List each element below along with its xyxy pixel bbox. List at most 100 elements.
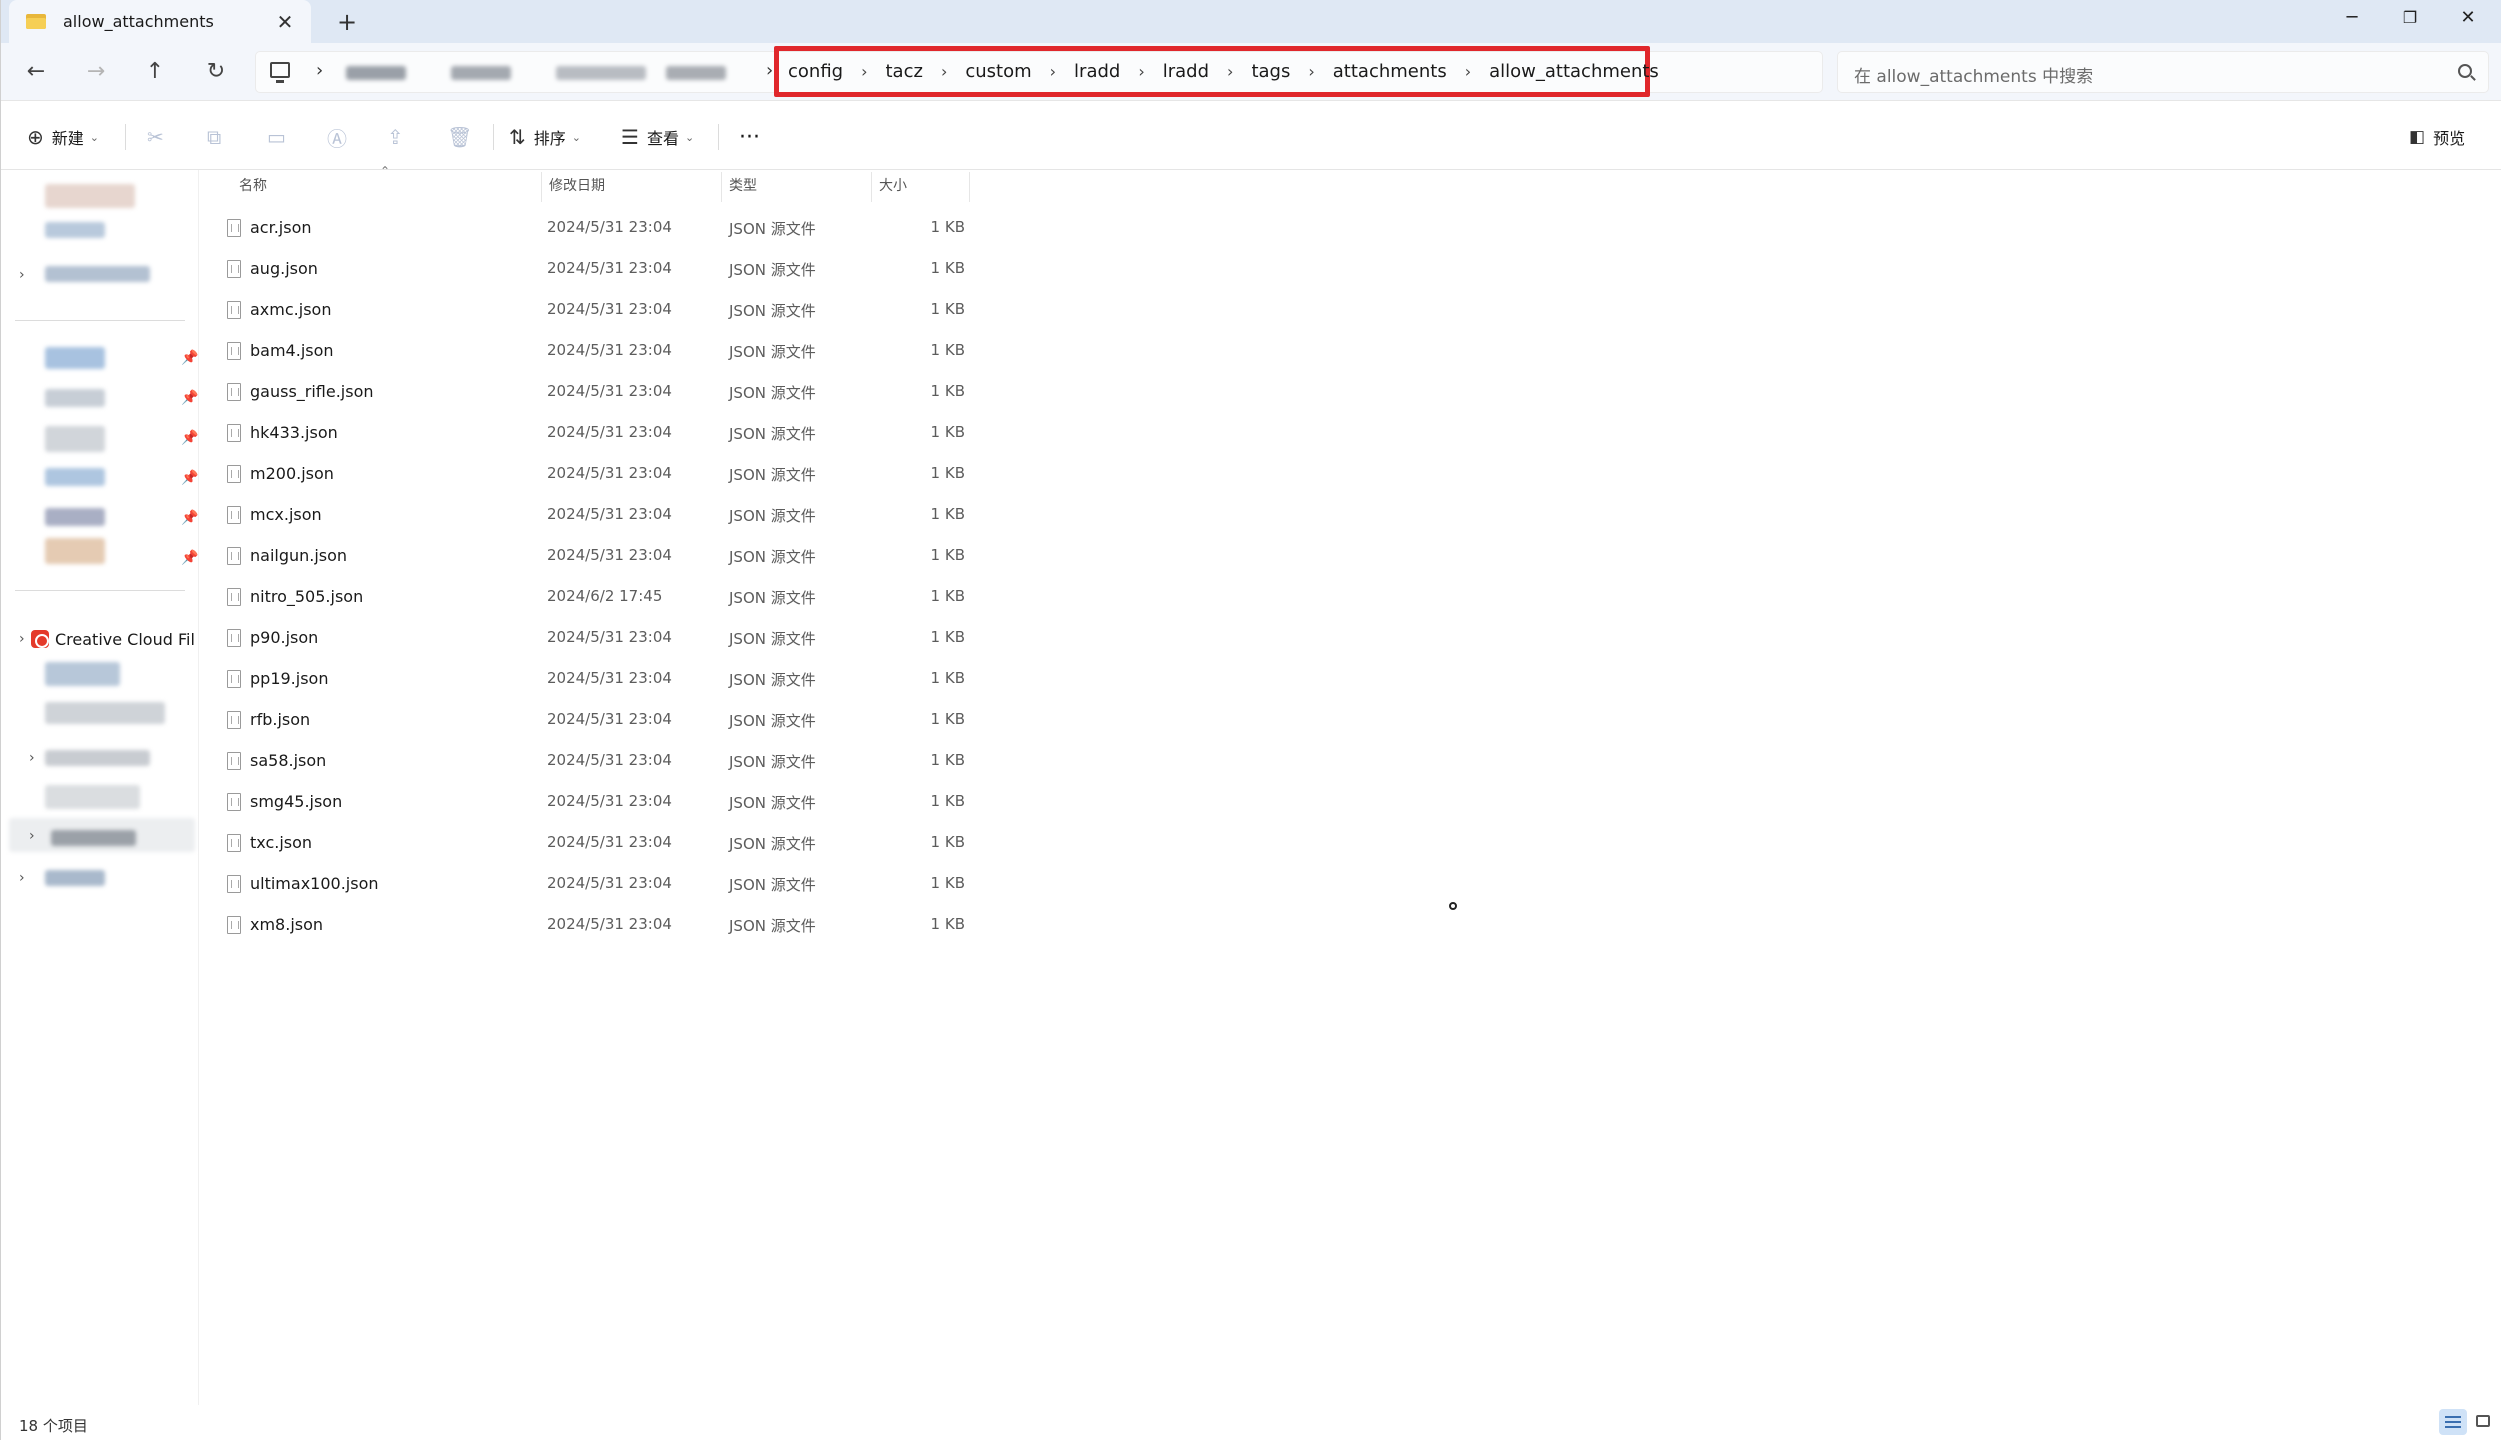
forward-button[interactable]: → bbox=[78, 54, 114, 90]
file-row[interactable]: bam4.json 2024/5/31 23:04 JSON 源文件 1 KB bbox=[225, 331, 1165, 372]
blurred-nav-item[interactable] bbox=[45, 750, 150, 766]
up-button[interactable]: ↑ bbox=[137, 54, 173, 90]
copy-button[interactable]: ⧉ bbox=[207, 122, 229, 152]
minimize-button[interactable]: ─ bbox=[2324, 0, 2380, 36]
json-file-icon bbox=[227, 301, 241, 319]
breadcrumb-item-current[interactable]: allow_attachments bbox=[1483, 61, 1665, 82]
file-type: JSON 源文件 bbox=[729, 794, 816, 812]
file-row[interactable]: axmc.json 2024/5/31 23:04 JSON 源文件 1 KB bbox=[225, 290, 1165, 331]
blurred-pinned-item[interactable] bbox=[45, 389, 105, 407]
sort-button[interactable]: ⇅ 排序 ⌄ bbox=[509, 122, 581, 152]
breadcrumb-item[interactable]: tacz bbox=[880, 61, 929, 82]
column-divider[interactable] bbox=[541, 172, 542, 202]
file-row[interactable]: gauss_rifle.json 2024/5/31 23:04 JSON 源文件 1… bbox=[225, 372, 1165, 413]
tiles-view-button[interactable] bbox=[2469, 1409, 2497, 1435]
file-row[interactable]: p90.json 2024/5/31 23:04 JSON 源文件 1 KB bbox=[225, 618, 1165, 659]
delete-button[interactable]: 🗑 bbox=[447, 122, 480, 152]
blurred-nav-item[interactable] bbox=[45, 870, 105, 886]
file-row[interactable]: ultimax100.json 2024/5/31 23:04 JSON 源文件 1 … bbox=[225, 864, 1165, 905]
pin-icon: 📌 bbox=[181, 430, 199, 446]
tab-close-icon[interactable]: ✕ bbox=[273, 10, 297, 34]
file-row[interactable]: aug.json 2024/5/31 23:04 JSON 源文件 1 KB bbox=[225, 249, 1165, 290]
chevron-right-icon[interactable]: › bbox=[19, 267, 25, 283]
back-button[interactable]: ← bbox=[18, 54, 54, 90]
file-row[interactable]: m200.json 2024/5/31 23:04 JSON 源文件 1 KB bbox=[225, 454, 1165, 495]
blurred-pinned-item[interactable] bbox=[45, 538, 105, 564]
paste-button[interactable]: ▭ bbox=[267, 122, 294, 152]
blurred-nav-item[interactable] bbox=[45, 222, 105, 238]
blurred-pinned-item[interactable] bbox=[45, 468, 105, 486]
blurred-path-segment bbox=[666, 66, 726, 80]
tab-allow-attachments[interactable]: allow_attachments ✕ bbox=[9, 0, 311, 43]
file-type: JSON 源文件 bbox=[729, 384, 816, 402]
blurred-nav-item[interactable] bbox=[45, 785, 140, 809]
breadcrumb-item[interactable]: custom bbox=[959, 61, 1037, 82]
column-header-size[interactable]: 大小 bbox=[879, 170, 907, 202]
blurred-nav-item[interactable] bbox=[51, 830, 136, 846]
file-row[interactable]: xm8.json 2024/5/31 23:04 JSON 源文件 1 KB bbox=[225, 905, 1165, 946]
blurred-path-segment bbox=[556, 66, 646, 80]
chevron-right-icon[interactable]: › bbox=[19, 870, 25, 886]
json-file-icon bbox=[227, 342, 241, 360]
file-row[interactable]: txc.json 2024/5/31 23:04 JSON 源文件 1 KB bbox=[225, 823, 1165, 864]
file-row[interactable]: sa58.json 2024/5/31 23:04 JSON 源文件 1 KB bbox=[225, 741, 1165, 782]
breadcrumb-item[interactable]: attachments bbox=[1327, 61, 1453, 82]
file-type: JSON 源文件 bbox=[729, 548, 816, 566]
column-header-name[interactable]: 名称 bbox=[239, 170, 267, 202]
breadcrumb-item[interactable]: lradd bbox=[1157, 61, 1215, 82]
file-type: JSON 源文件 bbox=[729, 343, 816, 361]
file-size: 1 KB bbox=[930, 874, 965, 892]
view-button[interactable]: ☰ 查看 ⌄ bbox=[621, 122, 694, 152]
more-options-button[interactable]: ··· bbox=[739, 122, 760, 152]
details-view-button[interactable] bbox=[2439, 1409, 2467, 1435]
rename-button[interactable]: Ⓐ bbox=[327, 122, 355, 152]
file-row[interactable]: nitro_505.json 2024/6/2 17:45 JSON 源文件 1 KB bbox=[225, 577, 1165, 618]
column-divider[interactable] bbox=[721, 172, 722, 202]
blurred-nav-item[interactable] bbox=[45, 266, 150, 282]
chevron-right-icon[interactable]: › bbox=[29, 750, 35, 766]
column-divider[interactable] bbox=[969, 172, 970, 202]
blurred-nav-item[interactable] bbox=[45, 184, 135, 208]
file-row[interactable]: mcx.json 2024/5/31 23:04 JSON 源文件 1 KB bbox=[225, 495, 1165, 536]
preview-pane-button[interactable]: ◧ 预览 bbox=[2409, 122, 2465, 152]
file-row[interactable]: nailgun.json 2024/5/31 23:04 JSON 源文件 1 KB bbox=[225, 536, 1165, 577]
chevron-right-icon[interactable]: › bbox=[29, 828, 35, 844]
breadcrumb-item[interactable]: tags bbox=[1245, 61, 1296, 82]
restore-button[interactable]: ❐ bbox=[2382, 0, 2438, 36]
json-file-icon bbox=[227, 629, 241, 647]
blurred-pinned-item[interactable] bbox=[45, 508, 105, 526]
file-date: 2024/5/31 23:04 bbox=[547, 259, 672, 277]
file-date: 2024/5/31 23:04 bbox=[547, 874, 672, 892]
json-file-icon bbox=[227, 547, 241, 565]
blurred-nav-item[interactable] bbox=[45, 702, 165, 724]
file-name: xm8.json bbox=[250, 915, 324, 934]
search-placeholder: 在 allow_attachments 中搜索 bbox=[1854, 67, 2094, 87]
json-file-icon bbox=[227, 506, 241, 524]
search-box[interactable]: 在 allow_attachments 中搜索 bbox=[1837, 51, 2489, 93]
file-name: smg45.json bbox=[250, 792, 343, 811]
chevron-right-icon: › bbox=[1308, 62, 1315, 81]
column-header-type[interactable]: 类型 bbox=[729, 170, 757, 202]
json-file-icon bbox=[227, 670, 241, 688]
column-divider[interactable] bbox=[871, 172, 872, 202]
search-icon[interactable] bbox=[2458, 64, 2472, 78]
blurred-nav-item[interactable] bbox=[45, 662, 120, 686]
breadcrumb-item[interactable]: config bbox=[782, 61, 849, 82]
new-tab-button[interactable]: + bbox=[331, 6, 363, 38]
sidebar-item-creative-cloud[interactable]: Creative Cloud Fil bbox=[19, 625, 199, 653]
blurred-pinned-item[interactable] bbox=[45, 426, 105, 452]
cut-button[interactable]: ✂ bbox=[147, 122, 172, 152]
new-button[interactable]: ⊕ 新建 ⌄ bbox=[27, 122, 99, 152]
file-row[interactable]: smg45.json 2024/5/31 23:04 JSON 源文件 1 KB bbox=[225, 782, 1165, 823]
blurred-pinned-item[interactable] bbox=[45, 347, 105, 369]
file-row[interactable]: hk433.json 2024/5/31 23:04 JSON 源文件 1 KB bbox=[225, 413, 1165, 454]
column-header-date[interactable]: 修改日期 bbox=[549, 170, 605, 202]
file-name: txc.json bbox=[250, 833, 313, 852]
file-row[interactable]: rfb.json 2024/5/31 23:04 JSON 源文件 1 KB bbox=[225, 700, 1165, 741]
refresh-button[interactable]: ↻ bbox=[198, 54, 234, 90]
file-row[interactable]: acr.json 2024/5/31 23:04 JSON 源文件 1 KB bbox=[225, 208, 1165, 249]
file-row[interactable]: pp19.json 2024/5/31 23:04 JSON 源文件 1 KB bbox=[225, 659, 1165, 700]
share-button[interactable]: ⇪ bbox=[387, 122, 412, 152]
close-window-button[interactable]: ✕ bbox=[2440, 0, 2496, 36]
breadcrumb-item[interactable]: lradd bbox=[1068, 61, 1126, 82]
